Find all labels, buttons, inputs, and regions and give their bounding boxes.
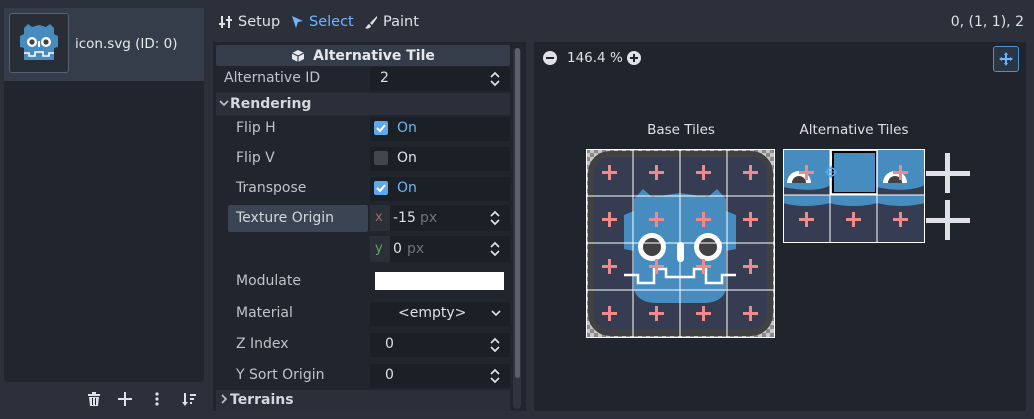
paintbrush-icon <box>365 16 377 29</box>
cube-icon <box>291 49 305 62</box>
transpose-label: Transpose <box>236 180 307 196</box>
trash-icon <box>88 392 100 406</box>
flip-v-checkbox[interactable] <box>370 147 510 171</box>
cursor-arrow-icon <box>292 16 303 28</box>
chevron-down-icon <box>219 98 229 108</box>
center-view-button[interactable] <box>993 46 1019 72</box>
inspector-title: Alternative Tile <box>313 47 435 64</box>
inspector-header: Alternative Tile <box>216 45 510 66</box>
chevron-right-icon <box>219 394 229 404</box>
chevron-down-icon <box>491 309 501 317</box>
delete-atlas-button[interactable] <box>83 388 105 410</box>
terrains-section-label: Terrains <box>230 392 294 408</box>
z-index-value: 0 <box>385 336 394 352</box>
flip-h-value: On <box>397 120 417 136</box>
setup-label: Setup <box>238 14 281 30</box>
wrench-icon <box>219 16 232 28</box>
texture-origin-x-value: -15 <box>393 210 416 226</box>
sort-icon <box>182 393 196 406</box>
add-alternative-tile-row2-icon[interactable] <box>926 200 970 240</box>
alternative-id-value: 2 <box>380 70 389 86</box>
x-unit: px <box>420 210 438 226</box>
texture-origin-label: Texture Origin <box>236 210 335 226</box>
y-unit: px <box>407 241 425 257</box>
checkbox-checked-icon <box>374 181 388 195</box>
zoom-out-icon <box>543 51 557 65</box>
select-tool-button[interactable]: Select <box>291 13 354 31</box>
transpose-checkbox[interactable] <box>370 177 510 201</box>
paint-tool-button[interactable]: Paint <box>364 13 419 31</box>
spin-arrows-icon[interactable] <box>489 368 501 384</box>
spin-arrows-icon[interactable] <box>489 71 501 87</box>
zoom-in-button[interactable] <box>627 51 641 65</box>
y-sort-origin-value: 0 <box>385 367 394 383</box>
plus-icon <box>118 392 132 406</box>
checkbox-checked-icon <box>374 121 388 135</box>
spin-arrows-icon[interactable] <box>489 337 501 353</box>
setup-tool-button[interactable]: Setup <box>219 13 280 31</box>
base-tiles-atlas[interactable] <box>586 149 775 338</box>
modulate-label: Modulate <box>236 273 301 289</box>
more-options-button[interactable] <box>146 388 168 410</box>
checkbox-unchecked-icon <box>374 151 388 165</box>
add-atlas-button[interactable] <box>114 388 136 410</box>
tile-coordinates-readout: 0, (1, 1), 2 <box>950 14 1024 30</box>
x-axis-letter: x <box>375 210 383 225</box>
z-index-label: Z Index <box>236 336 289 352</box>
flip-h-checkbox[interactable] <box>370 117 510 141</box>
spin-arrows-icon[interactable] <box>489 241 501 257</box>
modulate-color-swatch[interactable] <box>375 272 504 290</box>
flip-h-label: Flip H <box>236 120 276 136</box>
zoom-level[interactable]: 146.4 % <box>567 50 623 66</box>
alternative-id-label: Alternative ID <box>224 70 321 86</box>
inspector-scrollbar-thumb[interactable] <box>515 48 520 378</box>
select-label: Select <box>309 14 354 30</box>
zoom-in-icon <box>627 51 641 65</box>
zoom-out-button[interactable] <box>543 51 557 65</box>
y-axis-letter: y <box>375 241 383 256</box>
spin-arrows-icon[interactable] <box>489 210 501 226</box>
atlas-item-label: icon.svg (ID: 0) <box>75 36 178 52</box>
flip-v-value: On <box>397 150 417 166</box>
material-value: <empty> <box>398 305 467 321</box>
move-arrows-icon <box>999 52 1013 66</box>
y-sort-origin-label: Y Sort Origin <box>236 367 325 383</box>
alternative-tiles-label: Alternative Tiles <box>799 122 909 138</box>
flip-v-label: Flip V <box>236 150 275 166</box>
alternative-tiles-grid[interactable] <box>783 149 925 243</box>
material-label: Material <box>236 305 293 321</box>
transpose-value: On <box>397 180 417 196</box>
paint-label: Paint <box>383 14 419 30</box>
rendering-section-label: Rendering <box>230 96 312 112</box>
texture-origin-y-value: 0 <box>393 241 402 257</box>
godot-logo-icon <box>9 13 69 73</box>
sort-button[interactable] <box>178 388 200 410</box>
add-alternative-tile-row1-icon[interactable] <box>926 153 970 193</box>
kebab-menu-icon <box>155 392 159 406</box>
base-tiles-label: Base Tiles <box>647 122 715 138</box>
